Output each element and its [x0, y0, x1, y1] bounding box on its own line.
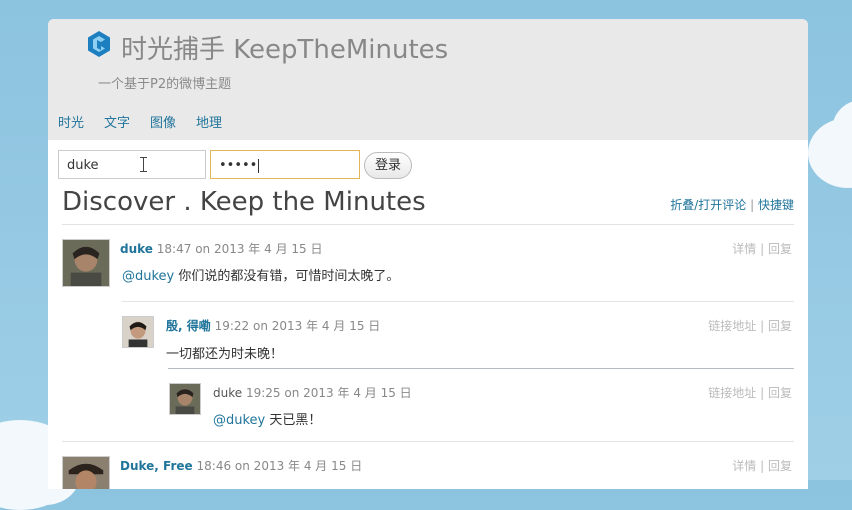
avatar[interactable] [169, 383, 201, 415]
site-header: 时光捕手 KeepTheMinutes 一个基于P2的微博主题 时光 文字 图像… [48, 19, 808, 140]
comment-date: on 2013 年 4 月 15 日 [253, 319, 381, 333]
post-time: 18:47 [156, 242, 192, 256]
text-caret [258, 158, 260, 173]
comment-time: 19:25 [245, 386, 281, 400]
nav-item-wenzi[interactable]: 文字 [104, 112, 130, 131]
details-link[interactable]: 详情 [732, 242, 756, 256]
post-author[interactable]: Duke, Free [120, 459, 193, 473]
post-author[interactable]: duke [120, 242, 153, 256]
post-meta: duke 18:47 on 2013 年 4 月 15 日 [120, 240, 322, 257]
post-text: 你们说的都没有错，可惜时间太晚了。 [174, 269, 400, 284]
post-date: on 2013 年 4 月 15 日 [195, 242, 323, 256]
comment-meta: 殷, 得嘞 19:22 on 2013 年 4 月 15 日 [166, 317, 380, 334]
comment-actions: 链接地址 | 回复 [708, 319, 792, 333]
avatar[interactable] [122, 316, 154, 348]
comment-date: on 2013 年 4 月 15 日 [284, 386, 412, 400]
reply-link[interactable]: 回复 [768, 242, 792, 256]
comment-text: 天已黑！ [265, 413, 322, 428]
shortcuts-link[interactable]: 快捷键 [758, 198, 794, 212]
comment-content: 一切都还为时未晚！ [166, 347, 284, 362]
separator: | [750, 198, 755, 212]
comment-actions: 链接地址 | 回复 [708, 386, 792, 400]
avatar[interactable] [62, 239, 110, 287]
username-value: duke [67, 158, 99, 173]
password-input[interactable]: ••••• [210, 150, 360, 179]
reply-link[interactable]: 回复 [768, 459, 792, 473]
post-meta: Duke, Free 18:46 on 2013 年 4 月 15 日 [120, 457, 362, 474]
permalink-link[interactable]: 链接地址 [708, 386, 756, 400]
comment-author[interactable]: 殷, 得嘞 [166, 319, 211, 333]
divider [168, 368, 794, 369]
comment-meta: duke 19:25 on 2013 年 4 月 15 日 [213, 384, 412, 401]
comment-content: @dukey 天已黑！ [213, 409, 321, 428]
comment-time: 19:22 [214, 319, 250, 333]
page-title: Discover . Keep the Minutes [62, 187, 426, 217]
nav-item-dili[interactable]: 地理 [196, 112, 222, 131]
username-input[interactable]: duke [58, 150, 206, 179]
avatar[interactable] [62, 456, 110, 489]
post-time: 18:46 [196, 459, 232, 473]
reply-link[interactable]: 回复 [768, 386, 792, 400]
main-nav: 时光 文字 图像 地理 [58, 112, 242, 131]
divider [62, 224, 794, 225]
site-description: 一个基于P2的微博主题 [98, 77, 232, 92]
post-content: @dukey 你们说的都没有错，可惜时间太晚了。 [122, 265, 399, 284]
reply-link[interactable]: 回复 [768, 319, 792, 333]
permalink-link[interactable]: 链接地址 [708, 319, 756, 333]
comment-toggles: 折叠/打开评论 | 快捷键 [670, 196, 794, 213]
details-link[interactable]: 详情 [732, 459, 756, 473]
text-cursor-icon [140, 157, 147, 172]
login-button[interactable]: 登录 [364, 152, 412, 179]
divider [122, 301, 794, 302]
password-value: ••••• [219, 158, 258, 173]
mention-link[interactable]: @dukey [213, 413, 265, 428]
post-date: on 2013 年 4 月 15 日 [234, 459, 363, 473]
site-logo-icon [88, 31, 110, 57]
comment-author[interactable]: duke [213, 386, 242, 400]
mention-link[interactable]: @dukey [122, 269, 174, 284]
nav-item-tuxiang[interactable]: 图像 [150, 112, 176, 131]
post-actions: 详情 | 回复 [732, 242, 792, 256]
divider [62, 441, 794, 442]
toggle-comments-link[interactable]: 折叠/打开评论 [670, 198, 746, 212]
page-container: 时光捕手 KeepTheMinutes 一个基于P2的微博主题 时光 文字 图像… [48, 19, 808, 489]
post-actions: 详情 | 回复 [732, 459, 792, 473]
nav-item-shiguang[interactable]: 时光 [58, 112, 84, 131]
site-title[interactable]: 时光捕手 KeepTheMinutes [121, 29, 448, 66]
